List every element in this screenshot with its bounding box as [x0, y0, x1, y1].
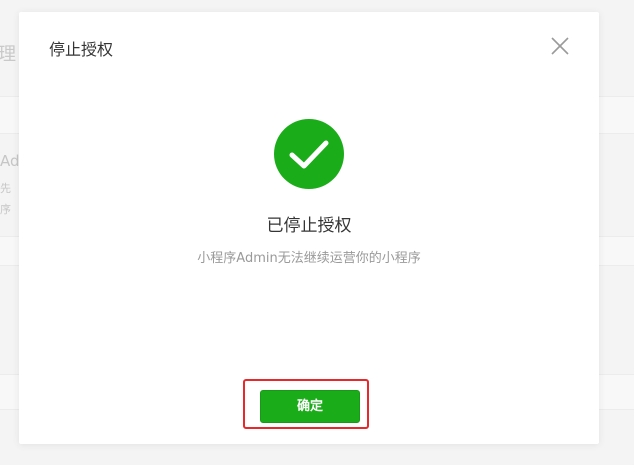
stop-authorization-dialog: 停止授权 已停止授权 小程序Admin无法继续运营你的小程序 确定 — [19, 12, 599, 444]
confirm-button[interactable]: 确定 — [260, 390, 360, 423]
background-text: 序 — [0, 203, 11, 216]
background-title: 理 — [0, 44, 16, 65]
result-description: 小程序Admin无法继续运营你的小程序 — [197, 251, 421, 266]
dialog-title: 停止授权 — [49, 40, 114, 59]
success-check-icon — [274, 119, 344, 189]
background-text: Ad — [0, 152, 20, 170]
result-title: 已停止授权 — [266, 216, 352, 236]
background-text: 先 — [0, 182, 11, 195]
close-icon[interactable] — [547, 33, 573, 59]
